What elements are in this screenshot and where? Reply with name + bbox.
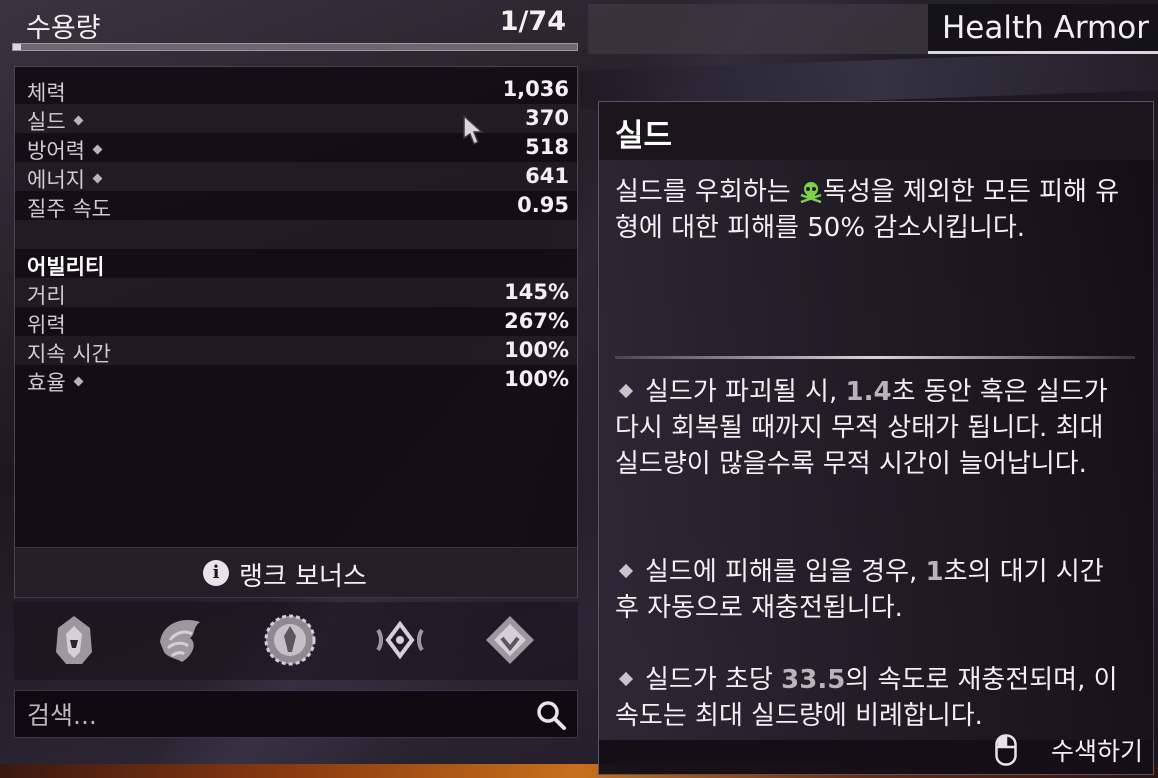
toxin-skull-icon bbox=[800, 182, 822, 203]
bullet-diamond-icon bbox=[618, 383, 634, 398]
rank-bonus-button[interactable]: i 랭크 보너스 bbox=[15, 547, 577, 598]
stat-label: 에너지 bbox=[27, 164, 103, 194]
footer-action-label: 수색하기 bbox=[1050, 737, 1143, 766]
search-bar bbox=[14, 690, 578, 738]
tooltip-title-bar: 실드 bbox=[599, 102, 1153, 160]
tooltip-bullet-1: 실드가 파괴될 시, 1.4초 동안 혹은 실드가 다시 회복될 때까지 무적 … bbox=[615, 377, 1108, 479]
mouse-icon bbox=[995, 734, 1017, 766]
tooltip-title: 실드 bbox=[615, 118, 673, 154]
capacity-bar bbox=[12, 43, 578, 51]
focus-icons-row bbox=[14, 602, 578, 680]
toxin-label: 독성 bbox=[822, 177, 871, 207]
stat-row-armor[interactable]: 방어력 518 bbox=[15, 133, 577, 165]
eye-diamond-icon[interactable] bbox=[372, 612, 428, 668]
tooltip-divider bbox=[615, 356, 1135, 359]
stat-label: 위력 bbox=[27, 313, 66, 337]
stat-value: 0.95 bbox=[517, 193, 569, 217]
stat-row-energy[interactable]: 에너지 641 bbox=[15, 162, 577, 194]
stat-label: 방어력 bbox=[27, 135, 103, 165]
tooltip-description: 실드를 우회하는 독성을 제외한 모든 피해 유형에 대한 피해를 50% 감소… bbox=[615, 177, 1120, 243]
stat-value: 1,036 bbox=[502, 77, 569, 101]
stat-row-efficiency[interactable]: 효율 100% bbox=[15, 365, 577, 397]
beast-crest-icon[interactable] bbox=[152, 612, 208, 668]
search-input[interactable] bbox=[25, 697, 509, 733]
tooltip-body: 실드를 우회하는 독성을 제외한 모든 피해 유형에 대한 피해를 50% 감소… bbox=[599, 160, 1155, 740]
stat-row-shield[interactable]: 실드 370 bbox=[15, 104, 577, 136]
shield-tooltip: 실드 실드를 우회하는 독성을 제외한 모든 피해 유형에 대한 피해를 50%… bbox=[598, 101, 1155, 775]
mod-diamond-icon bbox=[73, 115, 84, 125]
stat-label: 지속 시간 bbox=[27, 342, 111, 366]
stat-value: 641 bbox=[525, 164, 569, 188]
stat-label: 체력 bbox=[27, 81, 66, 105]
stat-label: 질주 속도 bbox=[27, 197, 111, 221]
stat-row-spacer bbox=[15, 220, 577, 249]
stat-row-health[interactable]: 체력 1,036 bbox=[15, 75, 577, 105]
capacity-value: 1/74 bbox=[499, 6, 566, 37]
tooltip-bullet-2: 실드에 피해를 입을 경우, 1초의 대기 시간 후 자동으로 재충전됩니다. bbox=[615, 557, 1104, 623]
mod-slot-panel bbox=[588, 4, 928, 54]
stat-value: 518 bbox=[525, 135, 569, 159]
mod-diamond-icon bbox=[92, 144, 103, 154]
stat-value: 100% bbox=[504, 367, 569, 391]
stat-value: 267% bbox=[504, 309, 569, 333]
rank-bonus-label: 랭크 보너스 bbox=[239, 562, 367, 592]
stat-value: 145% bbox=[504, 280, 569, 304]
tooltip-footer[interactable]: 수색하기 bbox=[983, 732, 1143, 768]
stat-row-range[interactable]: 거리 145% bbox=[15, 278, 577, 308]
warframe-helmet-icon[interactable] bbox=[46, 612, 102, 668]
stat-row-sprint[interactable]: 질주 속도 0.95 bbox=[15, 191, 577, 221]
capacity-label: 수용량 bbox=[26, 13, 101, 44]
stats-panel: 체력 1,036 실드 370 방어력 518 에너지 641 질주 속도 0.95 어빌… bbox=[14, 66, 578, 598]
bullet-diamond-icon bbox=[618, 671, 634, 686]
stat-row-duration[interactable]: 지속 시간 100% bbox=[15, 336, 577, 366]
mod-diamond-icon bbox=[73, 376, 84, 386]
stat-label: 실드 bbox=[27, 106, 84, 136]
capacity-bar-fill bbox=[13, 44, 21, 50]
search-icon[interactable] bbox=[535, 699, 567, 731]
stat-value: 100% bbox=[504, 338, 569, 362]
stat-label: 효율 bbox=[27, 367, 84, 397]
capacity-header: 수용량 1/74 bbox=[12, 0, 578, 54]
stat-label: 거리 bbox=[27, 284, 66, 308]
mod-diamond-icon bbox=[92, 173, 103, 183]
ornate-crest-icon[interactable] bbox=[262, 612, 318, 668]
stat-row-strength[interactable]: 위력 267% bbox=[15, 307, 577, 337]
bullet-diamond-icon bbox=[618, 563, 634, 578]
diamond-crest-icon[interactable] bbox=[482, 612, 538, 668]
mouse-cursor-icon bbox=[463, 114, 484, 146]
title-tab-label: Health Armor bbox=[942, 10, 1149, 46]
info-icon: i bbox=[203, 560, 229, 586]
tooltip-bullet-3: 실드가 초당 33.5의 속도로 재충전되며, 이 속도는 최대 실드량에 비례… bbox=[615, 665, 1118, 731]
stat-value: 370 bbox=[525, 106, 569, 130]
title-tab[interactable]: Health Armor bbox=[928, 4, 1158, 54]
ability-heading-row: 어빌리티 bbox=[15, 249, 577, 279]
ability-heading: 어빌리티 bbox=[27, 255, 105, 279]
